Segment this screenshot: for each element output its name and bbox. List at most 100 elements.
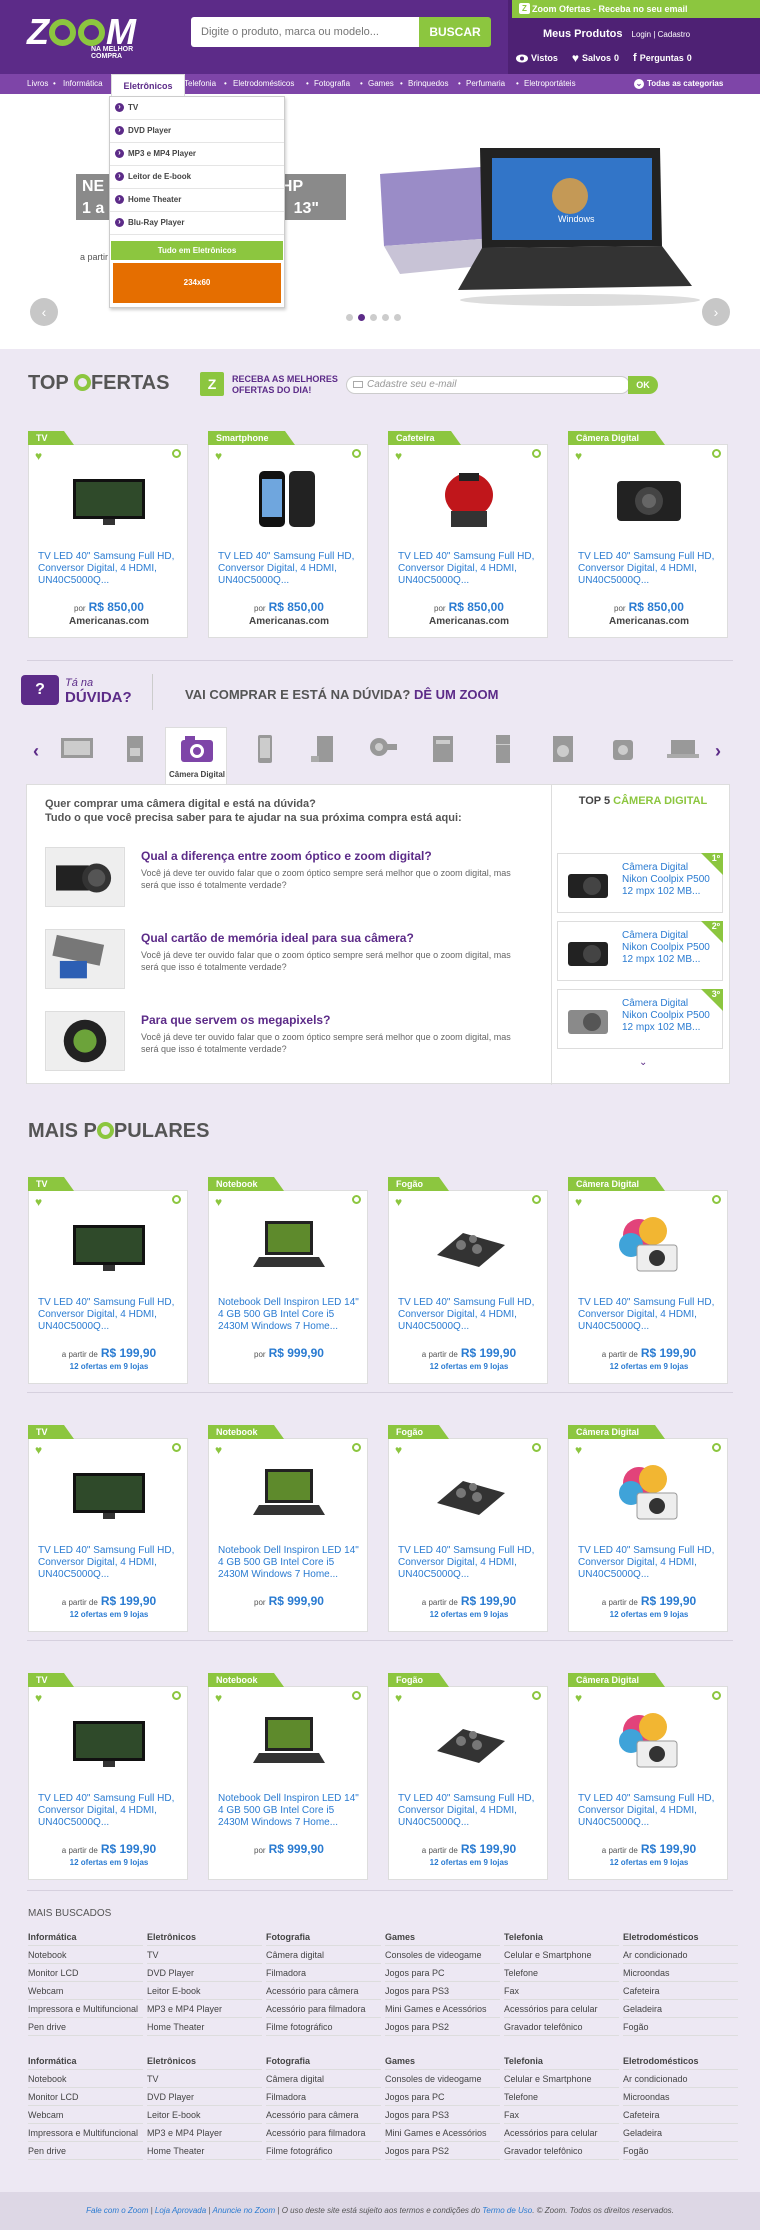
product-image[interactable] xyxy=(429,1459,509,1529)
magnifier-icon[interactable] xyxy=(712,1691,721,1700)
buscados-heading[interactable]: Informática xyxy=(28,2052,143,2070)
notebook-icon[interactable] xyxy=(665,734,701,764)
fridge-icon[interactable] xyxy=(485,734,521,764)
buscados-heading[interactable]: Games xyxy=(385,1928,500,1946)
buscados-link[interactable]: DVD Player xyxy=(147,1964,262,1982)
buscados-link[interactable]: Webcam xyxy=(28,1982,143,2000)
footer-link-advertise[interactable]: Anuncie no Zoom xyxy=(212,2206,275,2215)
magnifier-icon[interactable] xyxy=(352,1443,361,1452)
magnifier-icon[interactable] xyxy=(352,1691,361,1700)
buscados-link[interactable]: Mini Games e Acessórios xyxy=(385,2124,500,2142)
top5-item[interactable]: Câmera Digital Nikon Coolpix P500 12 mpx… xyxy=(557,989,723,1049)
dropdown-item-bluray[interactable]: Blu-Ray Player xyxy=(110,212,284,235)
heart-icon[interactable]: ♥ xyxy=(215,1195,222,1209)
buscados-link[interactable]: Acessórios para celular xyxy=(504,2000,619,2018)
product-name[interactable]: TV LED 40" Samsung Full HD, Conversor Di… xyxy=(578,1793,722,1829)
desktop-icon[interactable] xyxy=(307,734,343,764)
coffee-maker-icon[interactable] xyxy=(117,734,153,764)
article-title[interactable]: Qual a diferença entre zoom óptico e zoo… xyxy=(141,849,432,863)
product-image[interactable] xyxy=(609,465,689,535)
offers-count[interactable]: 12 ofertas em 9 lojas xyxy=(569,1858,729,1867)
heart-icon[interactable]: ♥ xyxy=(35,1691,42,1705)
newsletter-email-input[interactable]: Cadastre seu e-mail xyxy=(346,376,630,394)
offer-card[interactable]: Cafeteira ♥ TV LED 40" Samsung Full HD, … xyxy=(388,431,548,638)
card-category[interactable]: Fogão xyxy=(388,1177,449,1191)
product-image[interactable] xyxy=(429,465,509,535)
popular-card[interactable]: Câmera Digital ♥ TV LED 40" Samsung Full… xyxy=(568,1425,729,1632)
offers-count[interactable]: 12 ofertas em 9 lojas xyxy=(389,1858,549,1867)
hero-prev-button[interactable]: ‹ xyxy=(30,298,58,326)
card-category[interactable]: Câmera Digital xyxy=(568,1425,666,1439)
magnifier-icon[interactable] xyxy=(532,1195,541,1204)
signup-link[interactable]: Cadastro xyxy=(658,30,690,39)
dropdown-item-mp3[interactable]: MP3 e MP4 Player xyxy=(110,143,284,166)
hero-dot-active[interactable] xyxy=(358,314,365,321)
heart-icon[interactable]: ♥ xyxy=(215,1691,222,1705)
nav-eletrodomesticos[interactable]: Eletrodomésticos xyxy=(233,74,294,94)
heart-icon[interactable]: ♥ xyxy=(575,1443,582,1457)
offers-count[interactable]: 12 ofertas em 9 lojas xyxy=(389,1610,549,1619)
nav-brinquedos[interactable]: Brinquedos xyxy=(408,74,448,94)
product-image[interactable] xyxy=(69,1211,149,1281)
buscados-link[interactable]: Câmera digital xyxy=(266,1946,381,1964)
offers-count[interactable]: 12 ofertas em 9 lojas xyxy=(569,1610,729,1619)
popular-card[interactable]: TV ♥ TV LED 40" Samsung Full HD, Convers… xyxy=(28,1673,188,1880)
popular-card[interactable]: TV ♥ TV LED 40" Samsung Full HD, Convers… xyxy=(28,1425,188,1632)
buscados-link[interactable]: Pen drive xyxy=(28,2018,143,2036)
card-category[interactable]: Câmera Digital xyxy=(568,431,666,445)
buscados-heading[interactable]: Eletrodomésticos xyxy=(623,1928,738,1946)
dropdown-all-link[interactable]: Tudo em Eletrônicos xyxy=(111,241,283,260)
nav-eletroportateis[interactable]: Eletroportáteis xyxy=(524,74,576,94)
product-name[interactable]: TV LED 40" Samsung Full HD, Conversor Di… xyxy=(398,1297,542,1333)
offer-card[interactable]: Câmera Digital ♥ TV LED 40" Samsung Full… xyxy=(568,431,728,638)
heart-icon[interactable]: ♥ xyxy=(395,449,402,463)
chevron-down-icon[interactable]: ⌄ xyxy=(639,1057,647,1068)
popular-card[interactable]: Notebook ♥ Notebook Dell Inspiron LED 14… xyxy=(208,1177,368,1384)
card-category[interactable]: TV xyxy=(28,1177,73,1191)
buscados-link[interactable]: Ar condicionado xyxy=(623,2070,738,2088)
buscados-link[interactable]: Consoles de videogame xyxy=(385,2070,500,2088)
product-image[interactable] xyxy=(609,1707,689,1777)
card-category[interactable]: Notebook xyxy=(208,1425,283,1439)
popular-card[interactable]: Câmera Digital ♥ TV LED 40" Samsung Full… xyxy=(568,1177,728,1384)
buscados-link[interactable]: Acessório para câmera xyxy=(266,2106,381,2124)
dropdown-ad[interactable]: 234x60 xyxy=(113,263,281,303)
buscados-link[interactable]: Acessório para câmera xyxy=(266,1982,381,2000)
product-image[interactable] xyxy=(249,1211,329,1281)
product-name[interactable]: TV LED 40" Samsung Full HD, Conversor Di… xyxy=(398,1793,542,1829)
card-category[interactable]: Notebook xyxy=(208,1673,283,1687)
nav-livros[interactable]: Livros xyxy=(27,74,48,94)
blender-icon[interactable] xyxy=(605,734,641,764)
buscados-link[interactable]: Consoles de videogame xyxy=(385,1946,500,1964)
dropdown-item-tv[interactable]: TV xyxy=(110,97,284,120)
buscados-link[interactable]: Celular e Smartphone xyxy=(504,1946,619,1964)
buscados-link[interactable]: Geladeira xyxy=(623,2124,738,2142)
buscados-link[interactable]: Jogos para PS2 xyxy=(385,2142,500,2160)
buscados-link[interactable]: Microondas xyxy=(623,1964,738,1982)
magnifier-icon[interactable] xyxy=(172,1691,181,1700)
heart-icon[interactable]: ♥ xyxy=(215,1443,222,1457)
heart-icon[interactable]: ♥ xyxy=(395,1443,402,1457)
product-name[interactable]: Notebook Dell Inspiron LED 14" 4 GB 500 … xyxy=(218,1297,362,1333)
product-image[interactable] xyxy=(609,1459,689,1529)
magnifier-icon[interactable] xyxy=(712,1443,721,1452)
magnifier-icon[interactable] xyxy=(172,1443,181,1452)
nav-telefonia[interactable]: Telefonia xyxy=(184,74,216,94)
nav-perfumaria[interactable]: Perfumaria xyxy=(466,74,505,94)
login-link[interactable]: Login xyxy=(632,30,652,39)
product-image[interactable] xyxy=(249,1707,329,1777)
card-category[interactable]: Cafeteira xyxy=(388,431,460,445)
product-name[interactable]: TV LED 40" Samsung Full HD, Conversor Di… xyxy=(578,1297,722,1333)
chevron-left-icon[interactable]: ‹ xyxy=(33,741,39,762)
zoom-logo[interactable]: ZM NA MELHOR COMPRA xyxy=(27,14,147,61)
heart-icon[interactable]: ♥ xyxy=(35,449,42,463)
offers-count[interactable]: 12 ofertas em 9 lojas xyxy=(389,1362,549,1371)
buscados-link[interactable]: Jogos para PS2 xyxy=(385,2018,500,2036)
magnifier-icon[interactable] xyxy=(532,1691,541,1700)
heart-icon[interactable]: ♥ xyxy=(395,1691,402,1705)
smartphone-icon[interactable] xyxy=(247,734,283,764)
buscados-heading[interactable]: Eletrodomésticos xyxy=(623,2052,738,2070)
magnifier-icon[interactable] xyxy=(712,449,721,458)
buscados-link[interactable]: Cafeteira xyxy=(623,1982,738,2000)
hero-dot[interactable] xyxy=(394,314,401,321)
